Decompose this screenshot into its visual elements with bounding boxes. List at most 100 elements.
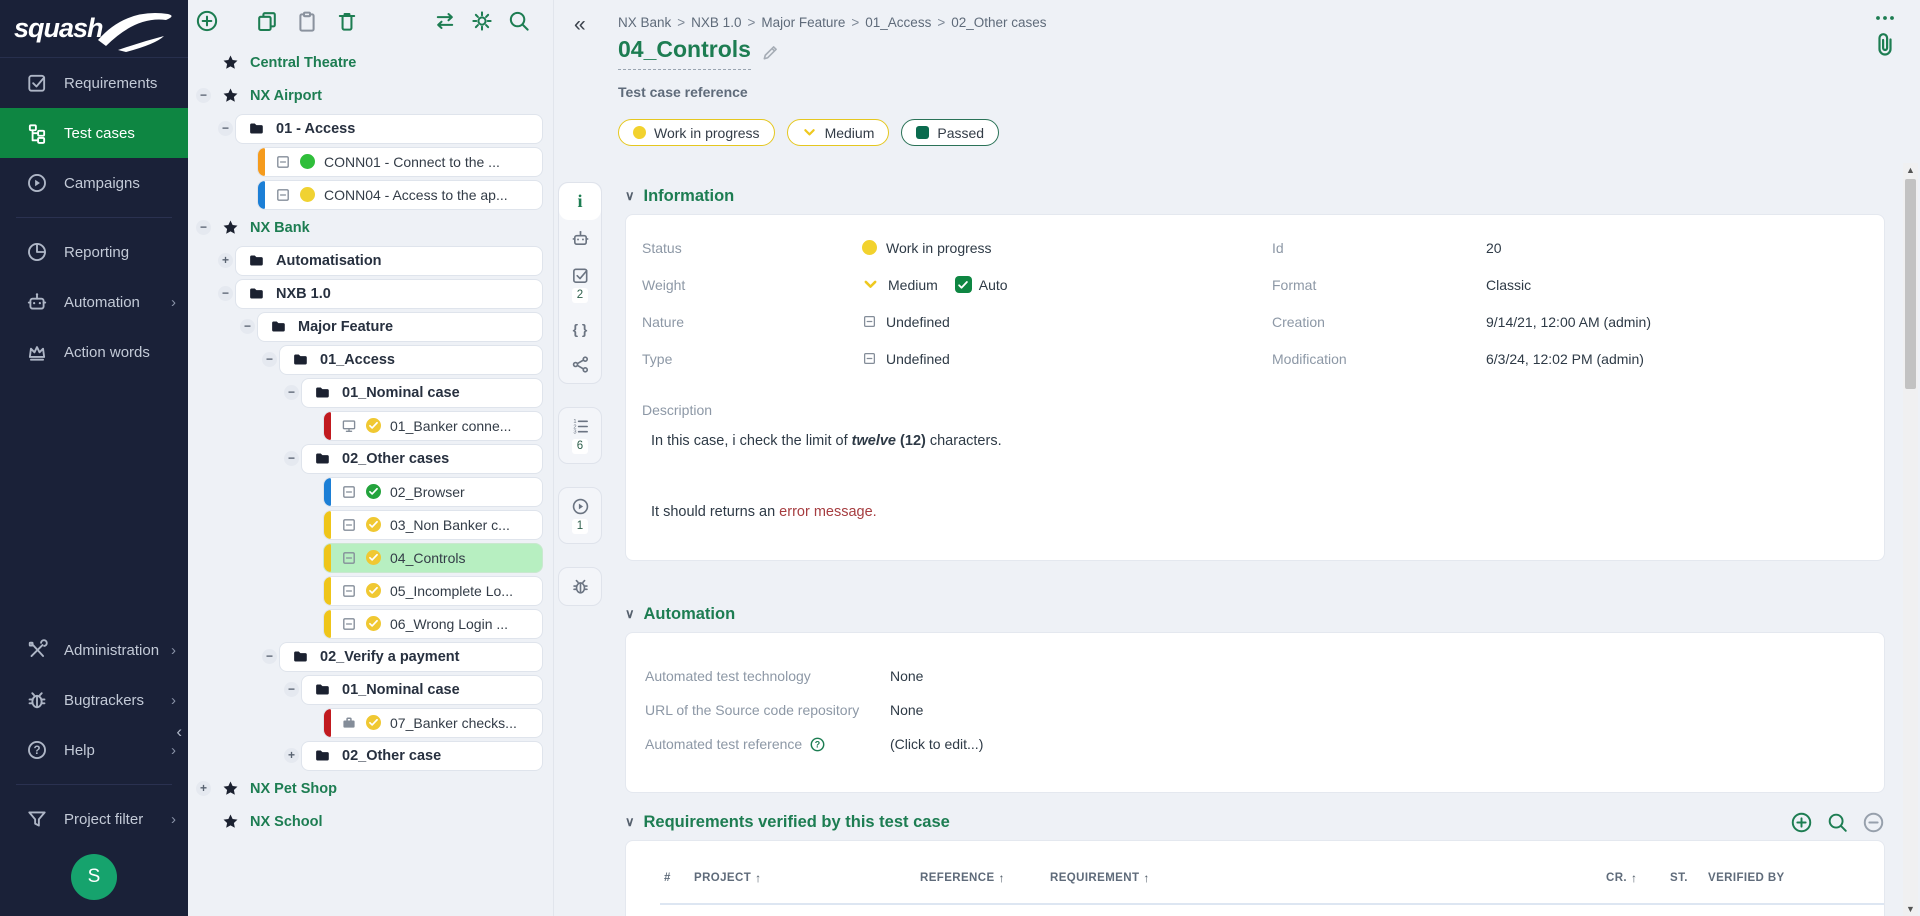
expand-toggle[interactable]: −	[262, 352, 277, 367]
add-circle-icon[interactable]	[1790, 811, 1813, 834]
tree-test-case[interactable]: 01_Banker conne...	[323, 411, 543, 441]
field-value-type[interactable]: Undefined	[862, 351, 1272, 367]
tree-folder[interactable]: 01_Access	[279, 345, 543, 375]
project-label[interactable]: NX Bank	[250, 220, 310, 236]
breadcrumb-item[interactable]: Major Feature	[761, 15, 845, 30]
tree-test-case[interactable]: 03_Non Banker c...	[323, 510, 543, 540]
chip-work-in-progress[interactable]: Work in progress	[618, 119, 775, 146]
breadcrumb-item[interactable]: 02_Other cases	[951, 15, 1046, 30]
expand-toggle[interactable]: −	[240, 319, 255, 334]
sidebar-item-reporting[interactable]: Reporting	[0, 227, 188, 277]
field-value-weight[interactable]: MediumAuto	[862, 276, 1272, 293]
user-avatar[interactable]: S	[71, 854, 117, 900]
status-icon-dot-yellow	[300, 187, 315, 202]
sidebar-item-test-cases[interactable]: Test cases	[0, 108, 188, 158]
tree-test-case[interactable]: 05_Incomplete Lo...	[323, 576, 543, 606]
vertical-scrollbar[interactable]: ▲ ▼	[1903, 163, 1918, 916]
star-icon	[222, 87, 239, 104]
description-text[interactable]: In this case, i check the limit of twelv…	[642, 433, 1860, 520]
sidebar-item-bugtrackers[interactable]: Bugtrackers›	[0, 675, 188, 725]
chip-medium[interactable]: Medium	[787, 119, 890, 146]
column-header-project[interactable]: PROJECT↑	[694, 871, 920, 885]
expand-toggle[interactable]: −	[284, 682, 299, 697]
project-label[interactable]: NX Pet Shop	[250, 781, 337, 797]
expand-toggle[interactable]: −	[218, 286, 233, 301]
app-logo[interactable]: squash	[0, 0, 188, 58]
tree-test-case[interactable]: 02_Browser	[323, 477, 543, 507]
tree-test-case[interactable]: 04_Controls	[323, 543, 543, 573]
expand-toggle[interactable]: −	[218, 121, 233, 136]
collapse-section-icon[interactable]: ∨	[625, 188, 635, 204]
sidebar-item-project-filter[interactable]: Project filter›	[0, 794, 188, 844]
column-header-st[interactable]: ST.	[1670, 872, 1708, 884]
tree-test-case[interactable]: 06_Wrong Login ...	[323, 609, 543, 639]
project-label[interactable]: NX School	[250, 814, 323, 830]
tree-test-case[interactable]: CONN04 - Access to the ap...	[257, 180, 543, 210]
tree-folder[interactable]: Major Feature	[257, 312, 543, 342]
tree-folder[interactable]: NXB 1.0	[235, 279, 543, 309]
field-value-automated-test-reference[interactable]: (Click to edit...)	[890, 736, 1860, 752]
tree-test-case[interactable]: 07_Banker checks...	[323, 708, 543, 738]
breadcrumb-item[interactable]: NX Bank	[618, 15, 671, 30]
field-value-status[interactable]: Work in progress	[862, 240, 1272, 256]
column-header-reference[interactable]: REFERENCE↑	[920, 871, 1050, 885]
sidebar-item-automation[interactable]: Automation›	[0, 277, 188, 327]
collapse-section-icon[interactable]: ∨	[625, 814, 635, 830]
field-value-url-of-the-source-code-repository[interactable]: None	[890, 702, 1860, 718]
paste-icon[interactable]	[295, 9, 319, 33]
tree-test-case[interactable]: CONN01 - Connect to the ...	[257, 147, 543, 177]
expand-toggle[interactable]: +	[284, 748, 299, 763]
sidebar-item-help[interactable]: ?Help›	[0, 725, 188, 775]
copy-icon[interactable]	[255, 9, 279, 33]
tree-folder[interactable]: 02_Verify a payment	[279, 642, 543, 672]
breadcrumb-item[interactable]: NXB 1.0	[691, 15, 741, 30]
sidebar-item-campaigns[interactable]: Campaigns	[0, 158, 188, 208]
column-header-verified-by[interactable]: VERIFIED BY	[1708, 872, 1884, 884]
breadcrumb-item[interactable]: 01_Access	[865, 15, 931, 30]
collapse-section-icon[interactable]: ∨	[625, 606, 635, 622]
chip-passed[interactable]: Passed	[901, 119, 999, 146]
column-header-[interactable]: #	[664, 872, 694, 884]
search-icon[interactable]	[507, 9, 531, 33]
auto-checkbox[interactable]: Auto	[955, 276, 1008, 293]
folder-label: 02_Other case	[342, 748, 441, 764]
expand-toggle[interactable]: +	[196, 781, 211, 796]
sidebar-item-action-words[interactable]: Action words	[0, 327, 188, 377]
tree-folder[interactable]: 02_Other cases	[301, 444, 543, 474]
sidebar-item-requirements[interactable]: Requirements	[0, 58, 188, 108]
tree-folder[interactable]: 02_Other case	[301, 741, 543, 771]
tree-folder[interactable]: Automatisation	[235, 246, 543, 276]
minus-circle-icon[interactable]	[1862, 811, 1885, 834]
project-label[interactable]: NX Airport	[250, 88, 322, 104]
edit-title-icon[interactable]	[761, 43, 780, 62]
add-circle-icon[interactable]	[195, 9, 219, 33]
field-value-nature[interactable]: Undefined	[862, 314, 1272, 330]
column-header-requirement[interactable]: REQUIREMENT↑	[1050, 871, 1606, 885]
page-title[interactable]: 04_Controls	[618, 36, 751, 70]
expand-toggle[interactable]: −	[196, 220, 211, 235]
collapse-tree-icon[interactable]: «	[574, 13, 586, 37]
scrollbar-thumb[interactable]	[1905, 179, 1916, 389]
tree-folder[interactable]: 01_Nominal case	[301, 675, 543, 705]
field-value-automated-test-technology[interactable]: None	[890, 668, 1860, 684]
expand-toggle[interactable]: −	[262, 649, 277, 664]
expand-toggle[interactable]: −	[284, 385, 299, 400]
transfer-icon[interactable]	[433, 9, 457, 33]
expand-toggle[interactable]: −	[284, 451, 299, 466]
tree-folder[interactable]: 01_Nominal case	[301, 378, 543, 408]
column-header-cr[interactable]: CR.↑	[1606, 871, 1670, 885]
tree-folder[interactable]: 01 - Access	[235, 114, 543, 144]
expand-toggle[interactable]: −	[196, 88, 211, 103]
project-label[interactable]: Central Theatre	[250, 55, 356, 71]
main-panel: « NX Bank>NXB 1.0>Major Feature>01_Acces…	[554, 0, 1920, 916]
search-icon[interactable]	[1826, 811, 1849, 834]
delete-icon[interactable]	[335, 9, 359, 33]
scroll-up-icon[interactable]: ▲	[1903, 163, 1918, 177]
scroll-down-icon[interactable]: ▼	[1903, 902, 1918, 916]
paperclip-icon[interactable]	[1874, 32, 1896, 58]
sidebar-item-administration[interactable]: Administration›	[0, 625, 188, 675]
expand-toggle[interactable]: +	[218, 253, 233, 268]
question-circle-icon[interactable]: ?	[809, 736, 826, 753]
more-menu-icon[interactable]	[1875, 14, 1895, 22]
settings-icon[interactable]	[470, 9, 494, 33]
